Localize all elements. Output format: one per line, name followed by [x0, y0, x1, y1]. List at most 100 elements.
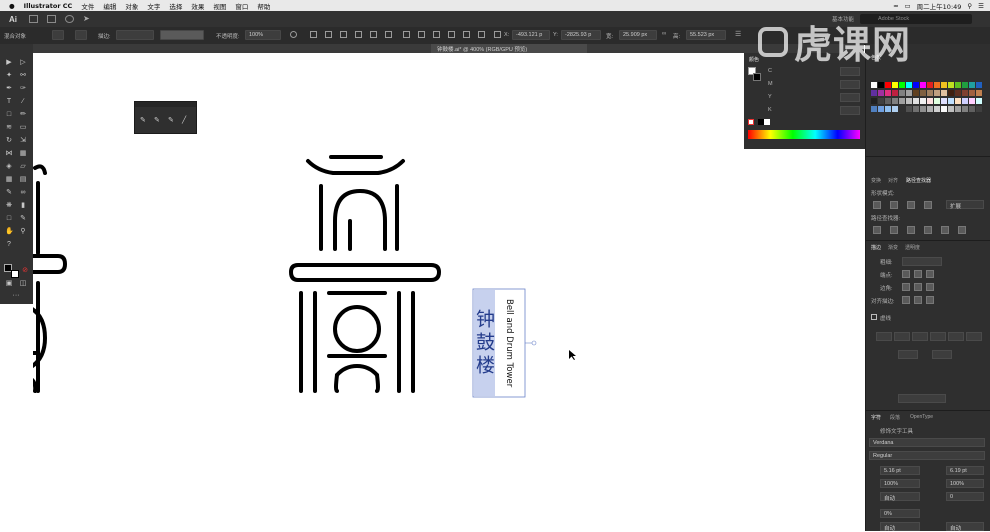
menu-type[interactable]: 文字: [147, 1, 160, 11]
zoom-tool-icon[interactable]: ⚲: [19, 228, 27, 236]
brush-1-icon[interactable]: ✎: [140, 116, 146, 124]
miter-join-button[interactable]: [902, 283, 910, 291]
menu-edit[interactable]: 编辑: [103, 1, 116, 11]
menu-view[interactable]: 视图: [213, 1, 226, 11]
panel-grip[interactable]: [135, 102, 196, 107]
wifi-icon[interactable]: ≈: [893, 2, 898, 10]
distribute-center-icon[interactable]: [463, 31, 470, 38]
color-swatch[interactable]: [941, 98, 947, 104]
bridge-icon[interactable]: [29, 15, 38, 23]
lasso-tool-icon[interactable]: ⚯: [19, 72, 27, 80]
color-swatch[interactable]: [878, 90, 884, 96]
color-swatch[interactable]: [934, 90, 940, 96]
brush-4-icon[interactable]: ╱: [182, 116, 186, 124]
color-swatch[interactable]: [878, 82, 884, 88]
color-swatch[interactable]: [962, 82, 968, 88]
butt-cap-button[interactable]: [902, 270, 910, 278]
shape-builder-tool-icon[interactable]: ◈: [5, 163, 13, 171]
recolor-icon[interactable]: [290, 31, 297, 38]
channel-m-field[interactable]: [840, 80, 860, 89]
baseline-shift-field[interactable]: 0%: [880, 509, 920, 518]
tab-transparency[interactable]: 透明度: [905, 244, 920, 251]
tab-opentype[interactable]: OpenType: [910, 414, 933, 420]
profile-dropdown[interactable]: [898, 394, 946, 403]
merge-button[interactable]: [907, 226, 915, 234]
unite-button[interactable]: [873, 201, 881, 209]
divide-button[interactable]: [873, 226, 881, 234]
help-icon[interactable]: ?: [5, 241, 13, 249]
scale-tool-icon[interactable]: ⇲: [19, 137, 27, 145]
color-swatch[interactable]: [892, 106, 898, 112]
hand-tool-icon[interactable]: ✋: [5, 228, 14, 236]
stroke-swatch[interactable]: [75, 30, 87, 40]
character-rotation-field[interactable]: 自动: [880, 522, 920, 532]
tab-align[interactable]: 对齐: [888, 177, 898, 184]
transform-handle[interactable]: [525, 340, 537, 346]
vertical-scale-field[interactable]: 100%: [880, 479, 920, 488]
dash-2-field[interactable]: [912, 332, 928, 341]
menu-help[interactable]: 帮助: [257, 1, 270, 11]
color-swatch[interactable]: [948, 82, 954, 88]
round-join-button[interactable]: [914, 283, 922, 291]
stroke-color-icon[interactable]: [11, 270, 19, 278]
color-swatch[interactable]: [913, 82, 919, 88]
y-field[interactable]: -2825.93 p: [561, 30, 601, 40]
align-right-icon[interactable]: [340, 31, 347, 38]
color-swatch[interactable]: [969, 106, 975, 112]
vertical-chinese-title[interactable]: 钟鼓楼: [471, 309, 498, 378]
perspective-grid-tool-icon[interactable]: ▱: [19, 163, 27, 171]
horizontal-scale-field[interactable]: 100%: [946, 479, 984, 488]
color-swatch[interactable]: [927, 106, 933, 112]
color-swatch[interactable]: [969, 98, 975, 104]
curvature-tool-icon[interactable]: ✑: [19, 85, 27, 93]
stroke-weight-field[interactable]: [116, 30, 154, 40]
color-swatch[interactable]: [906, 98, 912, 104]
arrowhead-end-dropdown[interactable]: [932, 350, 952, 359]
color-swatch[interactable]: [941, 106, 947, 112]
color-swatch[interactable]: [969, 82, 975, 88]
column-graph-tool-icon[interactable]: ▮: [19, 202, 27, 210]
color-swatch[interactable]: [955, 98, 961, 104]
distribute-left-icon[interactable]: [448, 31, 455, 38]
color-swatch[interactable]: [871, 98, 877, 104]
arrange-documents-icon[interactable]: [47, 15, 56, 23]
outline-button[interactable]: [941, 226, 949, 234]
color-swatch[interactable]: [871, 82, 877, 88]
color-swatch[interactable]: [906, 90, 912, 96]
crop-button[interactable]: [924, 226, 932, 234]
color-swatch[interactable]: [899, 106, 905, 112]
vertical-english-label[interactable]: Bell and Drum Tower: [504, 299, 514, 387]
gap-2-field[interactable]: [930, 332, 946, 341]
color-swatch[interactable]: [899, 90, 905, 96]
align-left-icon[interactable]: [310, 31, 317, 38]
color-swatch[interactable]: [941, 90, 947, 96]
color-swatch[interactable]: [885, 90, 891, 96]
projecting-cap-button[interactable]: [926, 270, 934, 278]
menu-icon[interactable]: ☰: [735, 31, 742, 38]
eyedropper-tool-icon[interactable]: ✎: [5, 189, 13, 197]
trim-button[interactable]: [890, 226, 898, 234]
color-swatch[interactable]: [885, 82, 891, 88]
color-swatch[interactable]: [892, 82, 898, 88]
color-swatch[interactable]: [913, 98, 919, 104]
distribute-top-icon[interactable]: [403, 31, 410, 38]
color-swatch[interactable]: [920, 106, 926, 112]
tab-paragraph[interactable]: 段落: [890, 414, 900, 421]
artboard-tool-icon[interactable]: □: [5, 215, 13, 223]
color-swatch[interactable]: [941, 82, 947, 88]
color-swatch[interactable]: [927, 82, 933, 88]
color-swatch[interactable]: [934, 82, 940, 88]
channel-k-field[interactable]: [840, 106, 860, 115]
opacity-field[interactable]: 100%: [245, 30, 281, 40]
gap-1-field[interactable]: [894, 332, 910, 341]
color-swatch[interactable]: [934, 98, 940, 104]
list-icon[interactable]: ☰: [978, 2, 984, 10]
color-swatch[interactable]: [955, 106, 961, 112]
exclude-button[interactable]: [924, 201, 932, 209]
brushes-floating-panel[interactable]: ✎ ✎ ✎ ╱: [134, 101, 197, 134]
distribute-right-icon[interactable]: [478, 31, 485, 38]
gap-3-field[interactable]: [966, 332, 982, 341]
menu-object[interactable]: 对象: [125, 1, 138, 11]
align-middle-icon[interactable]: [370, 31, 377, 38]
tab-pathfinder[interactable]: 路径查找器: [906, 177, 931, 184]
